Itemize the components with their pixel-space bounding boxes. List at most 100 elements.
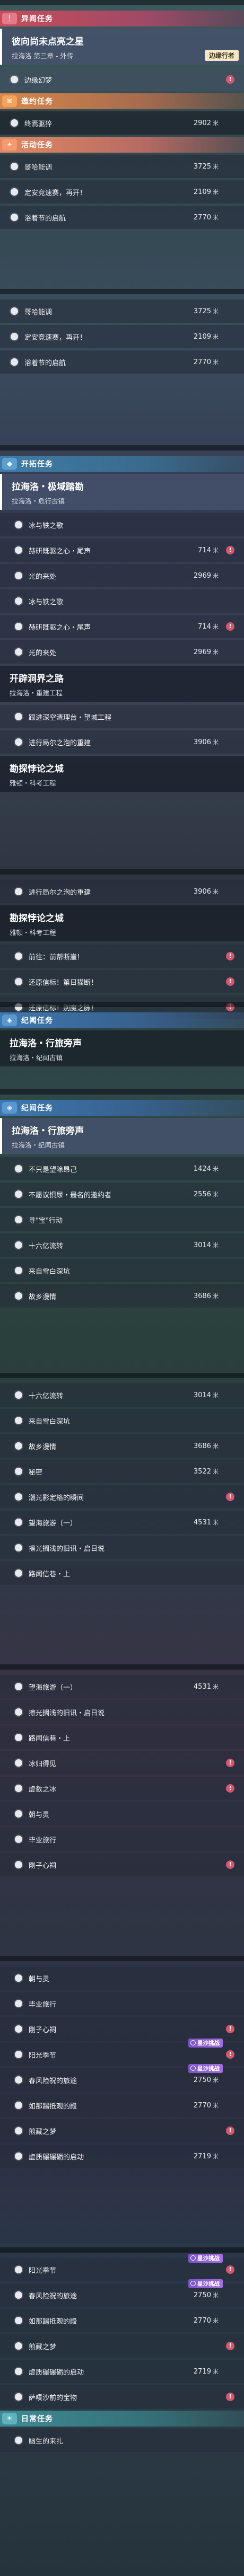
challenge-label: 星沙挑战 xyxy=(197,2281,220,2287)
mission-row[interactable]: 煎藏之梦! xyxy=(0,2334,244,2358)
storyline-card[interactable]: 彼向尚未点亮之星 拉海洛 第三章 - 外传 边缘行者 xyxy=(0,29,244,65)
mission-row[interactable]: 终焉驱猝 2902 米 xyxy=(0,111,244,135)
mission-row[interactable]: 刚子心祠! xyxy=(0,1853,244,1876)
mission-row[interactable]: 跟进深空清理台・望城工程 xyxy=(0,705,244,728)
mission-row[interactable]: 浴着节的启航 2770 米 xyxy=(0,350,244,374)
mission-row[interactable]: 寻"宝"行动 xyxy=(0,1208,244,1231)
mission-row[interactable]: 冰与铁之歌 xyxy=(0,513,244,536)
mission-distance: 2770 米 xyxy=(194,2101,219,2110)
mission-distance: 3522 米 xyxy=(194,1467,219,1476)
distance-unit: 米 xyxy=(213,2292,219,2299)
mission-row[interactable]: 故乡漫情 3686 米 xyxy=(0,1434,244,1458)
alert-badge-icon: ! xyxy=(226,75,234,84)
mission-row[interactable]: 阳光季节 星沙挑战! xyxy=(0,2254,244,2281)
mission-label: 十六亿流转 xyxy=(29,1392,64,1400)
mission-row[interactable]: 冰与铁之歌 xyxy=(0,589,244,613)
mission-row[interactable]: 来自雪白深坑 xyxy=(0,1259,244,1282)
panel-divider xyxy=(0,869,244,875)
mission-row[interactable]: 光的来处 2969 米 xyxy=(0,640,244,664)
mission-row[interactable]: 刚子心祠! xyxy=(0,2017,244,2041)
mission-row[interactable]: 定安竞速赛，再开！ 2109 米 xyxy=(0,180,244,204)
mission-row[interactable]: 虚质碾碾砺的启动 2719 米 xyxy=(0,2360,244,2383)
mission-row[interactable]: 毕业旅行 xyxy=(0,1828,244,1851)
mission-row[interactable]: 望海旅游（一） 4531 米 xyxy=(0,1511,244,1534)
category-label: 纪闻任务 xyxy=(21,1017,53,1025)
mission-row[interactable]: 煎藏之梦! xyxy=(0,2119,244,2142)
mission-row[interactable]: 进行局尔之泡的重建 3906 米 xyxy=(0,730,244,754)
distance-value: 2719 xyxy=(193,2368,211,2376)
mission-label: 赫研既驱之心・尾声 xyxy=(29,623,91,632)
category-icon: ✉ xyxy=(2,95,17,107)
mission-panel-3: 进行局尔之泡的重建 3906 米勘探悖论之城 雅顿・科考工程前往：前帮断崖！! 还原信标… xyxy=(0,869,244,1019)
mission-row[interactable]: 浴着节的启航 2770 米 xyxy=(0,206,244,229)
mission-row[interactable]: 哥哈能调 3725 米 xyxy=(0,299,244,323)
mission-row[interactable]: 擦光搁浅的旧讯・启日说 xyxy=(0,1700,244,1724)
mission-row[interactable]: 赫研既驱之心・尾声 714 米! xyxy=(0,615,244,638)
storyline-card[interactable]: 拉海洛・极域踏勘 拉海洛・危行古镇 xyxy=(0,474,244,510)
mission-row[interactable]: 赫研既驱之心・尾声 714 米! xyxy=(0,539,244,562)
mission-label: 毕业旅行 xyxy=(29,1836,57,1845)
mission-row[interactable]: 朝与灵 xyxy=(0,1802,244,1825)
storyline-subtitle: 拉海洛・纪闻古镇 xyxy=(12,1141,65,1149)
mission-status-icon xyxy=(15,952,22,960)
mission-status-icon xyxy=(15,2025,22,2033)
mission-label: 朝与灵 xyxy=(29,1811,50,1819)
mission-row[interactable]: 哥哈能调 3725 米 xyxy=(0,155,244,178)
mission-row[interactable]: 前往：前帮断崖！! xyxy=(0,945,244,968)
mission-row[interactable]: 如那踢抵观的殿 2770 米 xyxy=(0,2309,244,2332)
storyline-card[interactable]: 勘探悖论之城 雅顿・科考工程 xyxy=(0,756,244,792)
mission-row[interactable]: 十六亿流转 3014 米 xyxy=(0,1233,244,1257)
mission-row[interactable]: 春风险祝的旅途 2750 米 星沙挑战 xyxy=(0,2064,244,2092)
mission-list: ! 异闻任务 彼向尚未点亮之星 拉海洛 第三章 - 外传 边缘行者 边缘幻梦! ✉ 邀约任务终… xyxy=(0,0,244,2576)
alert-badge-icon: ! xyxy=(226,2050,234,2059)
mission-row[interactable]: 冰归得见! xyxy=(0,1751,244,1775)
mission-status-icon xyxy=(11,188,18,196)
mission-row[interactable]: 如那踢抵观的殿 2770 米 xyxy=(0,2094,244,2117)
mission-row[interactable]: 故乡漫情 3686 米 xyxy=(0,1284,244,1308)
mission-row[interactable]: 春风险祝的旅途 2750 米 星沙挑战 xyxy=(0,2279,244,2307)
distance-value: 2719 xyxy=(193,2152,211,2160)
distance-value: 2902 xyxy=(193,119,211,127)
mission-label: 虚数之冰 xyxy=(29,1785,57,1794)
mission-row[interactable]: 幽生的来扎 xyxy=(0,2429,244,2452)
mission-row[interactable]: 十六亿流转 3014 米 xyxy=(0,1383,244,1407)
mission-distance: 3906 米 xyxy=(194,738,219,746)
mission-row[interactable]: 萨噗沙前的宝物! xyxy=(0,2385,244,2409)
mission-row[interactable]: 光的来处 2969 米 xyxy=(0,564,244,587)
mission-row[interactable]: 虚数之冰! xyxy=(0,1777,244,1800)
mission-row[interactable]: 路闻信巷・上 xyxy=(0,1726,244,1749)
mission-row[interactable]: 虚质碾碾砺的启动 2719 米 xyxy=(0,2145,244,2168)
mission-label: 如那踢抵观的殿 xyxy=(29,2317,77,2326)
mission-row[interactable]: 来自雪白深坑 xyxy=(0,1409,244,1432)
mission-row[interactable]: 毕业旅行 xyxy=(0,1992,244,2015)
storyline-card[interactable]: 开辟洞界之路 拉海洛・重建工程 xyxy=(0,666,244,702)
mission-status-icon xyxy=(11,358,18,366)
storyline-subtitle: 拉海洛・纪闻古镇 xyxy=(10,1054,63,1062)
mission-panel-7: 望海旅游（一） 4531 米擦光搁浅的旧讯・启日说路闻信巷・上 冰归得见! 虚数之冰! 朝… xyxy=(0,1664,244,1956)
mission-row[interactable]: 不愿议惧尿・最名的邀约者 2556 米 xyxy=(0,1183,244,1206)
storyline-card[interactable]: 拉海洛・行旅旁声 拉海洛・纪闻古镇 xyxy=(0,1118,244,1154)
mission-row[interactable]: 阳光季节 星沙挑战! xyxy=(0,2039,244,2066)
mission-row[interactable]: 不只是望除昂己 1424 米 xyxy=(0,1157,244,1180)
mission-row[interactable]: 进行局尔之泡的重建 3906 米 xyxy=(0,880,244,903)
mission-row[interactable]: 望海旅游（一） 4531 米 xyxy=(0,1675,244,1698)
mission-status-icon xyxy=(15,2076,22,2084)
mission-row[interactable]: 秘密 3522 米 xyxy=(0,1460,244,1483)
mission-row[interactable]: 还原信标！第日猫断！! xyxy=(0,970,244,993)
distance-unit: 米 xyxy=(213,1443,219,1450)
mission-status-icon xyxy=(15,1391,22,1399)
distance-unit: 米 xyxy=(213,888,219,895)
mission-status-icon xyxy=(15,546,22,554)
mission-row[interactable]: 路闻信巷・上 xyxy=(0,1562,244,1585)
storyline-card[interactable]: 拉海洛・行旅旁声 拉海洛・纪闻古镇 xyxy=(0,1030,244,1066)
mission-status-icon xyxy=(15,2393,22,2401)
mission-row[interactable]: 朝与灵 xyxy=(0,1966,244,1990)
mission-row[interactable]: 边缘幻梦! xyxy=(0,68,244,91)
mission-row[interactable]: 定安竞速赛，再开！ 2109 米 xyxy=(0,325,244,348)
mission-row[interactable]: 擦光搁浅的旧讯・启日说 xyxy=(0,1536,244,1559)
mission-row[interactable]: 潮光影定格的瞬间! xyxy=(0,1485,244,1508)
category-header: ☀ 日常任务 xyxy=(0,2411,244,2427)
distance-value: 3522 xyxy=(193,1468,211,1476)
storyline-card[interactable]: 勘探悖论之城 雅顿・科考工程 xyxy=(0,905,244,941)
mission-label: 擦光搁浅的旧讯・启日说 xyxy=(29,1709,105,1717)
